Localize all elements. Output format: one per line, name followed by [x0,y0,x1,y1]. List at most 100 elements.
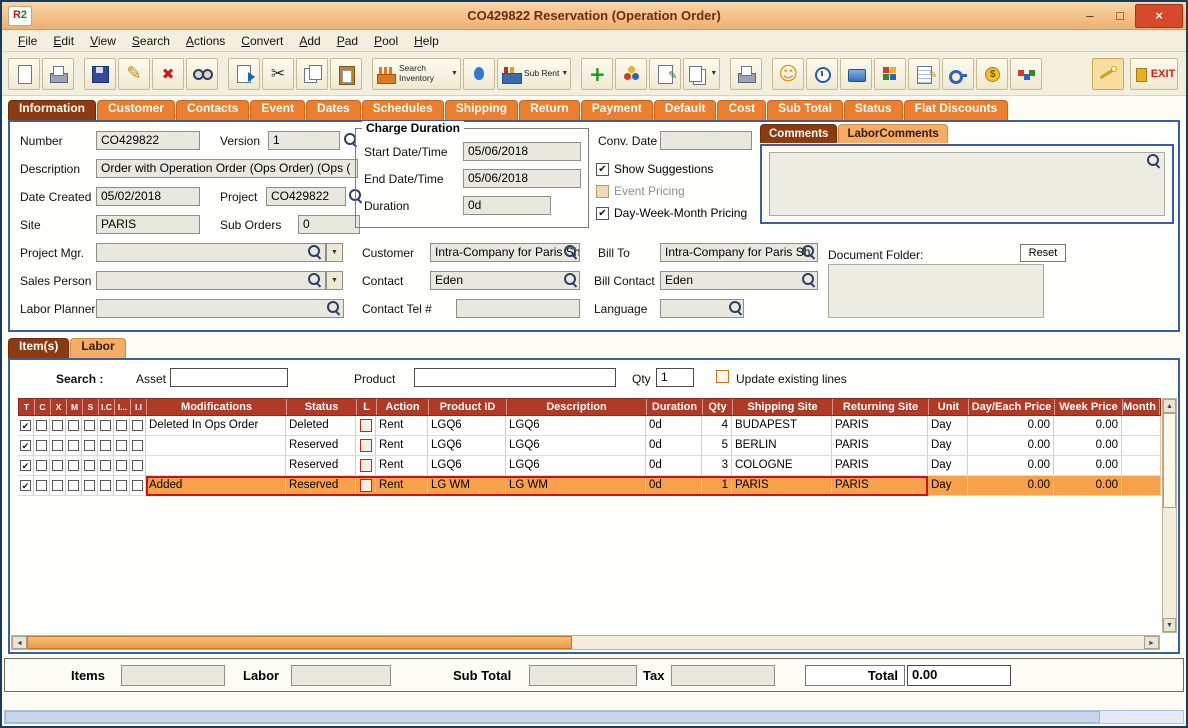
documents-button[interactable]: ▼ [683,58,720,90]
row-checkbox[interactable] [84,420,95,431]
notes-button[interactable] [649,58,681,90]
edit-button[interactable]: ✎ [118,58,150,90]
qty-input[interactable]: 1 [656,368,694,387]
contact-tel-field[interactable] [456,299,580,318]
project-mgr-lookup-icon[interactable] [307,244,323,260]
finance-button[interactable] [976,58,1008,90]
tab-labor[interactable]: Labor [70,338,125,358]
exit-button[interactable]: EXIT [1130,58,1178,90]
row-checkbox[interactable] [116,440,127,451]
vertical-scrollbar[interactable]: ▲ ▼ [1162,398,1177,633]
add-button[interactable]: + [581,58,613,90]
comments-lookup-icon[interactable] [1146,153,1162,169]
sales-person-dropdown[interactable]: ▼ [326,271,343,290]
minimize-button[interactable]: – [1075,5,1105,27]
project-mgr-dropdown[interactable]: ▼ [326,243,343,262]
menu-search[interactable]: Search [124,34,178,48]
row-checkbox[interactable] [68,480,79,491]
project-field[interactable]: CO429822 [266,187,346,206]
conv-date-field[interactable] [660,131,752,150]
row-checkbox[interactable] [100,440,111,451]
tab-return[interactable]: Return [519,100,580,120]
row-checkbox[interactable] [84,480,95,491]
row-checkbox[interactable] [100,420,111,431]
duration-field[interactable]: 0d [463,196,551,215]
sub-rent-button[interactable]: Sub Rent▼ [497,58,571,90]
number-field[interactable]: CO429822 [96,131,200,150]
search-inventory-button[interactable]: Search Inventory▼ [372,58,461,90]
key-button[interactable] [942,58,974,90]
row-checkbox[interactable] [116,460,127,471]
bottom-scrollbar[interactable] [4,710,1184,724]
bill-contact-field[interactable]: Eden [660,271,818,290]
row-checkbox[interactable] [52,440,63,451]
close-button[interactable]: × [1135,4,1183,28]
language-lookup-icon[interactable] [728,300,744,316]
scroll-up-icon[interactable]: ▲ [1163,399,1176,413]
tab-customer[interactable]: Customer [97,100,175,120]
table-row[interactable]: ✔Deleted In Ops OrderDeletedRentLGQ6LGQ6… [18,416,1161,436]
tab-flat-discounts[interactable]: Flat Discounts [904,100,1009,120]
pour-button[interactable] [463,58,495,90]
maximize-button[interactable]: □ [1105,5,1135,27]
menu-view[interactable]: View [82,34,124,48]
horizontal-scroll-thumb[interactable] [27,636,572,649]
tab-item-s[interactable]: Item(s) [8,338,69,358]
menu-add[interactable]: Add [291,34,328,48]
version-field[interactable]: 1 [268,131,340,150]
menu-file[interactable]: File [10,34,45,48]
date-created-field[interactable]: 05/02/2018 [96,187,200,206]
menu-pool[interactable]: Pool [366,34,406,48]
paste-button[interactable] [330,58,362,90]
tab-comments[interactable]: Comments [760,124,837,143]
customer-lookup-icon[interactable] [563,244,579,260]
sales-person-field[interactable] [96,271,326,290]
dwm-pricing-checkbox[interactable] [596,207,609,220]
schedule-button[interactable] [806,58,838,90]
convert-button[interactable] [228,58,260,90]
smiley-button[interactable]: ☺ [772,58,804,90]
tab-information[interactable]: Information [8,100,96,120]
start-date-field[interactable]: 05/06/2018 [463,142,581,161]
row-checkbox[interactable] [68,440,79,451]
menu-pad[interactable]: Pad [329,34,366,48]
bottom-scroll-thumb[interactable] [5,711,1100,723]
table-row[interactable]: ✔AddedReservedRentLG WMLG WM0d1PARISPARI… [18,476,1161,496]
documents-dropdown-icon[interactable]: ▼ [710,70,717,77]
cut-button[interactable]: ✂ [262,58,294,90]
tab-dates[interactable]: Dates [306,100,361,120]
bill-contact-lookup-icon[interactable] [801,272,817,288]
row-checkbox[interactable] [68,420,79,431]
batch-print-button[interactable] [730,58,762,90]
storage-button[interactable] [840,58,872,90]
row-checkbox[interactable]: ✔ [20,440,31,451]
project-mgr-field[interactable] [96,243,326,262]
end-date-field[interactable]: 05/06/2018 [463,169,581,188]
row-checkbox[interactable]: ✔ [20,480,31,491]
wand-button[interactable] [1092,58,1124,90]
row-checkbox[interactable] [84,440,95,451]
row-checkbox[interactable] [36,440,47,451]
row-checkbox[interactable] [52,420,63,431]
carts-button[interactable] [1010,58,1042,90]
row-checkbox[interactable] [132,420,143,431]
scroll-left-icon[interactable]: ◄ [12,636,27,649]
labor-planner-lookup-icon[interactable] [326,300,342,316]
tab-sub-total[interactable]: Sub Total [767,100,843,120]
tab-cost[interactable]: Cost [717,100,766,120]
scroll-down-icon[interactable]: ▼ [1163,618,1176,632]
description-field[interactable]: Order with Operation Order (Ops Order) (… [96,159,358,178]
row-checkbox[interactable] [36,420,47,431]
menu-edit[interactable]: Edit [45,34,82,48]
show-suggestions-checkbox[interactable] [596,163,609,176]
row-checkbox[interactable] [116,480,127,491]
search-inventory-dropdown-icon[interactable]: ▼ [451,70,458,77]
tab-laborcomments[interactable]: LaborComments [838,124,947,143]
menu-actions[interactable]: Actions [178,34,233,48]
cube-button[interactable] [874,58,906,90]
menu-convert[interactable]: Convert [233,34,291,48]
tab-default[interactable]: Default [654,100,717,120]
labor-planner-field[interactable] [96,299,344,318]
pool-button[interactable] [615,58,647,90]
contact-lookup-icon[interactable] [563,272,579,288]
